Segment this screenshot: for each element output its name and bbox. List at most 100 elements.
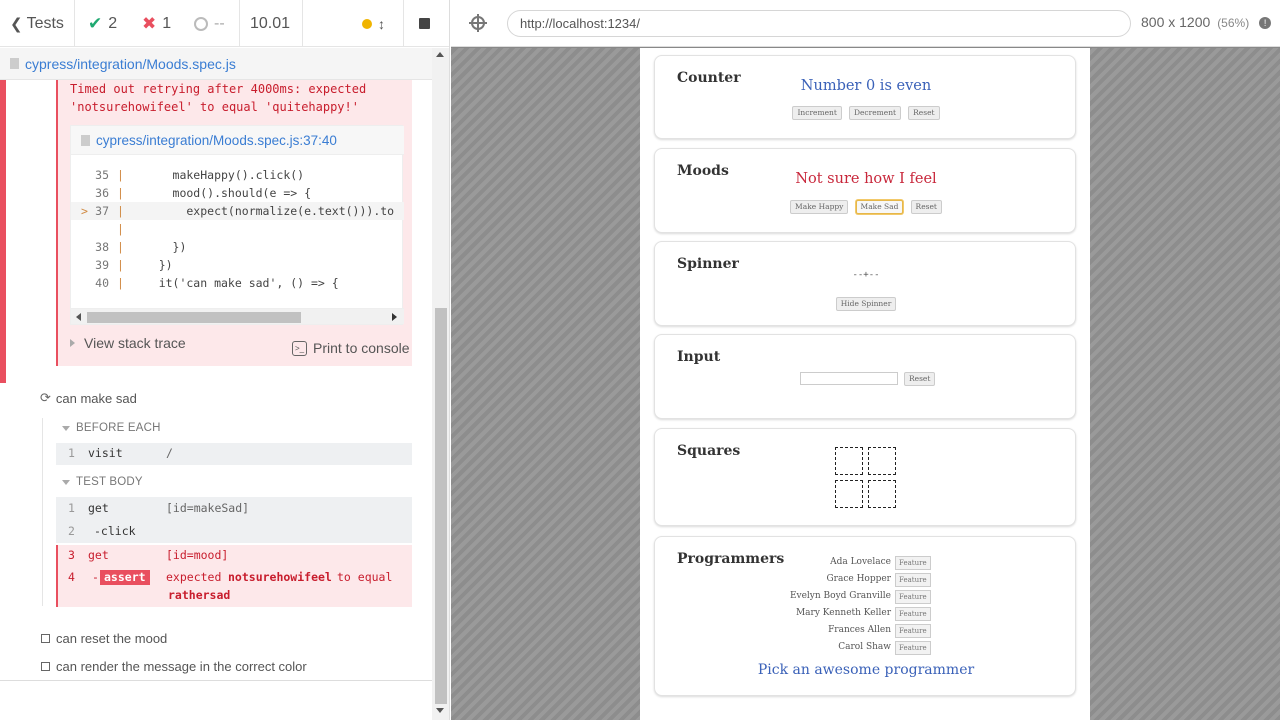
caret-down-icon: [62, 479, 70, 485]
moods-card: Moods Not sure how I feel Make Happy Mak…: [654, 148, 1076, 233]
decrement-button[interactable]: Decrement: [848, 106, 902, 120]
refresh-icon: ⟳: [40, 390, 51, 405]
reset-button[interactable]: Reset: [908, 106, 940, 120]
file-icon: [81, 134, 90, 146]
programmer-name: Evelyn Boyd Granville: [789, 591, 891, 601]
programmer-name: Grace Hopper: [826, 574, 891, 584]
view-stack-trace[interactable]: View stack trace: [70, 335, 186, 351]
command-row[interactable]: 1 get [id=makeSad]: [56, 498, 412, 518]
command-row[interactable]: 1 visit /: [56, 443, 412, 465]
tests-back-button[interactable]: ❮ Tests: [10, 0, 64, 47]
code-scrollbar[interactable]: [71, 308, 404, 324]
spinner-card: Spinner --+-- Hide Spinner: [654, 241, 1076, 326]
code-scroll-thumb[interactable]: [87, 312, 301, 323]
arrows-vertical-icon: ↕: [378, 15, 385, 32]
auto-scroll-toggle[interactable]: ↕: [362, 0, 385, 47]
circle-notch-icon: [194, 16, 208, 31]
programmer-row: Mary Kenneth Keller Feature: [655, 607, 1077, 622]
square[interactable]: [835, 480, 863, 508]
failed-count: ✖ 1: [142, 13, 172, 33]
programmer-name: Carol Shaw: [838, 642, 891, 652]
make-sad-button[interactable]: Make Sad: [855, 200, 904, 214]
feature-button[interactable]: Feature: [895, 607, 931, 621]
checkbox-icon: [41, 634, 50, 643]
square[interactable]: [835, 447, 863, 475]
card-title: Input: [677, 349, 721, 365]
terminal-icon: >_: [292, 340, 307, 356]
scroll-down-arrow-icon[interactable]: [436, 708, 444, 713]
app-runner: http://localhost:1234/ 800 x 1200 (56%) …: [451, 0, 1280, 720]
increment-button[interactable]: Increment: [792, 106, 842, 120]
programmer-row: Ada Lovelace Feature: [655, 556, 1077, 571]
input-reset-button[interactable]: Reset: [904, 372, 936, 386]
hide-spinner-button[interactable]: Hide Spinner: [835, 297, 897, 311]
mood-buttons: Make Happy Make Sad Reset: [655, 194, 1077, 214]
error-message: Timed out retrying after 4000ms: expecte…: [70, 82, 367, 114]
command-row[interactable]: 2 -click: [56, 521, 412, 541]
text-input[interactable]: [800, 372, 898, 385]
print-to-console-button[interactable]: >_ Print to console: [292, 340, 410, 356]
spinner-buttons: Hide Spinner: [655, 291, 1077, 311]
feature-button[interactable]: Feature: [895, 556, 931, 570]
test-can-reset-the-mood[interactable]: can reset the mood: [41, 631, 167, 646]
error-panel: Timed out retrying after 4000ms: expecte…: [56, 80, 412, 366]
scroll-left-arrow-icon[interactable]: [76, 313, 81, 321]
programmer-name: Mary Kenneth Keller: [795, 608, 891, 618]
selector-playground-button[interactable]: [469, 14, 487, 32]
assert-command-row[interactable]: 4 - assert expected notsurehowifeel to e…: [56, 568, 412, 606]
test-can-make-sad[interactable]: ⟳ can make sad: [40, 390, 137, 406]
programmers-card: Programmers Ada Lovelace Feature Grace Hop…: [654, 536, 1076, 696]
code-line: 39 | }): [95, 258, 173, 272]
card-title: Squares: [677, 443, 741, 459]
duration: 10.01: [250, 14, 291, 32]
counter-message: Number 0 is even: [800, 78, 932, 94]
check-icon: ✔: [88, 13, 103, 33]
spinner-glyph: --+--: [852, 270, 880, 280]
square[interactable]: [868, 447, 896, 475]
caret-down-icon: [62, 425, 70, 431]
spec-file-header[interactable]: cypress/integration/Moods.spec.js: [0, 48, 432, 80]
assert-badge: assert: [100, 570, 150, 585]
reporter-panel: ❮ Tests ✔ 2 ✖ 1 -- 10.01 ↕ cypress/integ…: [0, 0, 450, 720]
feature-button[interactable]: Feature: [895, 590, 931, 604]
programmer-name: Ada Lovelace: [830, 557, 891, 567]
code-line: 36 | mood().should(e => {: [95, 186, 312, 200]
url-bar[interactable]: http://localhost:1234/: [507, 10, 1131, 37]
reset-button[interactable]: Reset: [910, 200, 942, 214]
counter-card: Counter Number 0 is even Increment Decre…: [654, 55, 1076, 139]
x-icon: ✖: [142, 13, 157, 33]
application-under-test: Counter Number 0 is even Increment Decre…: [640, 48, 1090, 720]
programmer-row: Grace Hopper Feature: [655, 573, 1077, 588]
counter-buttons: Increment Decrement Reset: [655, 100, 1077, 120]
stop-button[interactable]: [419, 0, 430, 47]
code-line: 40 | it('can make sad', () => {: [95, 276, 339, 290]
mood-message: Not sure how I feel: [795, 171, 937, 187]
pick-programmer-message: Pick an awesome programmer: [757, 662, 975, 678]
square[interactable]: [868, 480, 896, 508]
scroll-right-arrow-icon[interactable]: [392, 313, 397, 321]
programmer-row: Frances Allen Feature: [655, 624, 1077, 639]
programmer-row: Evelyn Boyd Granville Feature: [655, 590, 1077, 605]
code-file-link[interactable]: cypress/integration/Moods.spec.js:37:40: [71, 126, 404, 155]
viewport-size[interactable]: 800 x 1200 (56%) !: [1141, 14, 1272, 30]
reporter-scroll-thumb[interactable]: [435, 308, 447, 704]
test-can-render-color[interactable]: can render the message in the correct co…: [41, 659, 307, 674]
feature-button[interactable]: Feature: [895, 573, 931, 587]
spec-file-link[interactable]: cypress/integration/Moods.spec.js: [25, 56, 236, 72]
code-line: |: [117, 222, 124, 236]
feature-button[interactable]: Feature: [895, 641, 931, 655]
status-dot-icon: [362, 18, 372, 29]
make-happy-button[interactable]: Make Happy: [790, 200, 849, 214]
info-icon: !: [1259, 17, 1272, 29]
command-row[interactable]: 3 get [id=mood]: [56, 545, 412, 565]
hook-test-body[interactable]: TEST BODY: [62, 476, 143, 488]
feature-button[interactable]: Feature: [895, 624, 931, 638]
pending-count: --: [194, 0, 225, 47]
scroll-up-arrow-icon[interactable]: [436, 52, 444, 57]
checkbox-icon: [41, 662, 50, 671]
code-line: >37 | expect(normalize(e.text())).to: [71, 202, 404, 220]
hook-before-each[interactable]: BEFORE EACH: [62, 422, 161, 434]
caret-right-icon: [70, 339, 75, 347]
reporter-header: ❮ Tests ✔ 2 ✖ 1 -- 10.01 ↕: [0, 0, 449, 47]
code-line: 38 | }): [95, 240, 187, 254]
